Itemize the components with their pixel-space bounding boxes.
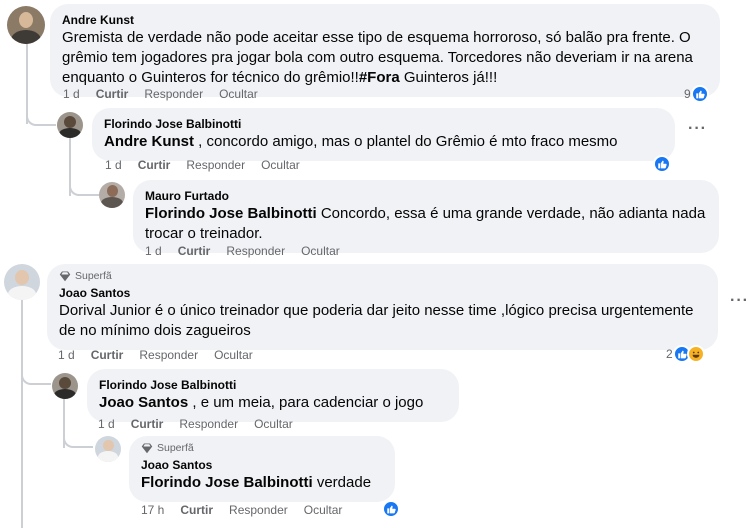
mention-link[interactable]: Andre Kunst (104, 133, 194, 150)
reaction-count: 9 (684, 87, 691, 101)
comment-bubble: Andre Kunst Gremista de verdade não pode… (50, 4, 720, 97)
comment-author[interactable]: Florindo Jose Balbinotti (104, 116, 663, 132)
avatar[interactable] (57, 112, 83, 138)
avatar[interactable] (7, 6, 45, 44)
comment-author[interactable]: Joao Santos (141, 457, 383, 473)
reply-button[interactable]: Responder (179, 416, 238, 432)
more-options-icon[interactable]: ··· (688, 120, 707, 138)
comment-actions: 1 d Curtir Responder Ocultar (58, 347, 269, 363)
mention-link[interactable]: Florindo Jose Balbinotti (141, 474, 313, 491)
like-button[interactable]: Curtir (91, 347, 124, 363)
comment-bubble: Superfã Joao Santos Florindo Jose Balbin… (129, 436, 395, 502)
reply-button[interactable]: Responder (226, 243, 285, 259)
thread-curve-1 (26, 106, 56, 126)
mention-link[interactable]: Florindo Jose Balbinotti (145, 205, 317, 222)
comment-actions: 1 d Curtir Responder Ocultar (98, 416, 309, 432)
avatar[interactable] (52, 373, 78, 399)
avatar[interactable] (99, 182, 125, 208)
haha-icon (686, 345, 705, 363)
like-icon (690, 85, 709, 103)
comment-text: Florindo Jose Balbinotti Concordo, essa … (145, 205, 706, 242)
hashtag-link[interactable]: #Fora (359, 69, 400, 86)
comment-actions: 1 d Curtir Responder Ocultar (105, 157, 316, 173)
comment-time[interactable]: 17 h (141, 502, 164, 518)
thread-curve-2 (69, 176, 99, 196)
comment-text: Joao Santos , e um meia, para cadenciar … (99, 394, 424, 411)
mention-link[interactable]: Joao Santos (99, 394, 188, 411)
comment-author[interactable]: Joao Santos (59, 285, 706, 301)
comment-bubble: Florindo Jose Balbinotti Andre Kunst , c… (92, 108, 675, 161)
comment-actions: 1 d Curtir Responder Ocultar (63, 86, 274, 102)
reply-button[interactable]: Responder (139, 347, 198, 363)
comment-time[interactable]: 1 d (58, 347, 75, 363)
comment-actions: 17 h Curtir Responder Ocultar (141, 502, 358, 518)
thread-line-3 (21, 296, 23, 528)
comment-author[interactable]: Andre Kunst (62, 12, 708, 28)
reaction-summary[interactable]: 9 (684, 85, 709, 103)
reaction-summary[interactable]: 2 (666, 345, 705, 363)
comment-time[interactable]: 1 d (145, 243, 162, 259)
comment-text: Dorival Junior é o único treinador que p… (59, 302, 694, 339)
reply-button[interactable]: Responder (144, 86, 203, 102)
reply-button[interactable]: Responder (229, 502, 288, 518)
comment-actions: 1 d Curtir Responder Ocultar (145, 243, 356, 259)
comment-bubble: Florindo Jose Balbinotti Joao Santos , e… (87, 369, 459, 422)
avatar[interactable] (95, 436, 121, 462)
hide-button[interactable]: Ocultar (261, 157, 300, 173)
comment-author[interactable]: Florindo Jose Balbinotti (99, 377, 447, 393)
hide-button[interactable]: Ocultar (219, 86, 258, 102)
comment-time[interactable]: 1 d (98, 416, 115, 432)
hide-button[interactable]: Ocultar (304, 502, 343, 518)
reaction-summary[interactable] (653, 155, 671, 173)
diamond-icon (141, 443, 153, 454)
reply-button[interactable]: Responder (186, 157, 245, 173)
like-button[interactable]: Curtir (96, 86, 129, 102)
avatar[interactable] (4, 264, 40, 300)
comment-text: Florindo Jose Balbinotti verdade (141, 474, 372, 491)
comment-time[interactable]: 1 d (105, 157, 122, 173)
hide-button[interactable]: Ocultar (214, 347, 253, 363)
superfan-badge: Superfã (59, 269, 706, 283)
like-icon (382, 500, 400, 518)
comment-text: Andre Kunst , concordo amigo, mas o plan… (104, 133, 618, 150)
hide-button[interactable]: Ocultar (254, 416, 293, 432)
reaction-summary[interactable] (382, 500, 400, 518)
like-button[interactable]: Curtir (138, 157, 171, 173)
comment-author[interactable]: Mauro Furtado (145, 188, 707, 204)
reaction-count: 2 (666, 347, 673, 361)
comment-bubble: Superfã Joao Santos Dorival Junior é o ú… (47, 264, 718, 350)
thread-curve-3 (21, 365, 51, 385)
like-button[interactable]: Curtir (131, 416, 164, 432)
comment-text: Gremista de verdade não pode aceitar ess… (62, 29, 693, 86)
more-options-icon[interactable]: ··· (730, 292, 748, 310)
like-button[interactable]: Curtir (180, 502, 213, 518)
comment-time[interactable]: 1 d (63, 86, 80, 102)
thread-curve-4 (63, 428, 93, 448)
diamond-icon (59, 271, 71, 282)
like-icon (653, 155, 671, 173)
superfan-badge: Superfã (141, 441, 383, 455)
hide-button[interactable]: Ocultar (301, 243, 340, 259)
like-button[interactable]: Curtir (178, 243, 211, 259)
